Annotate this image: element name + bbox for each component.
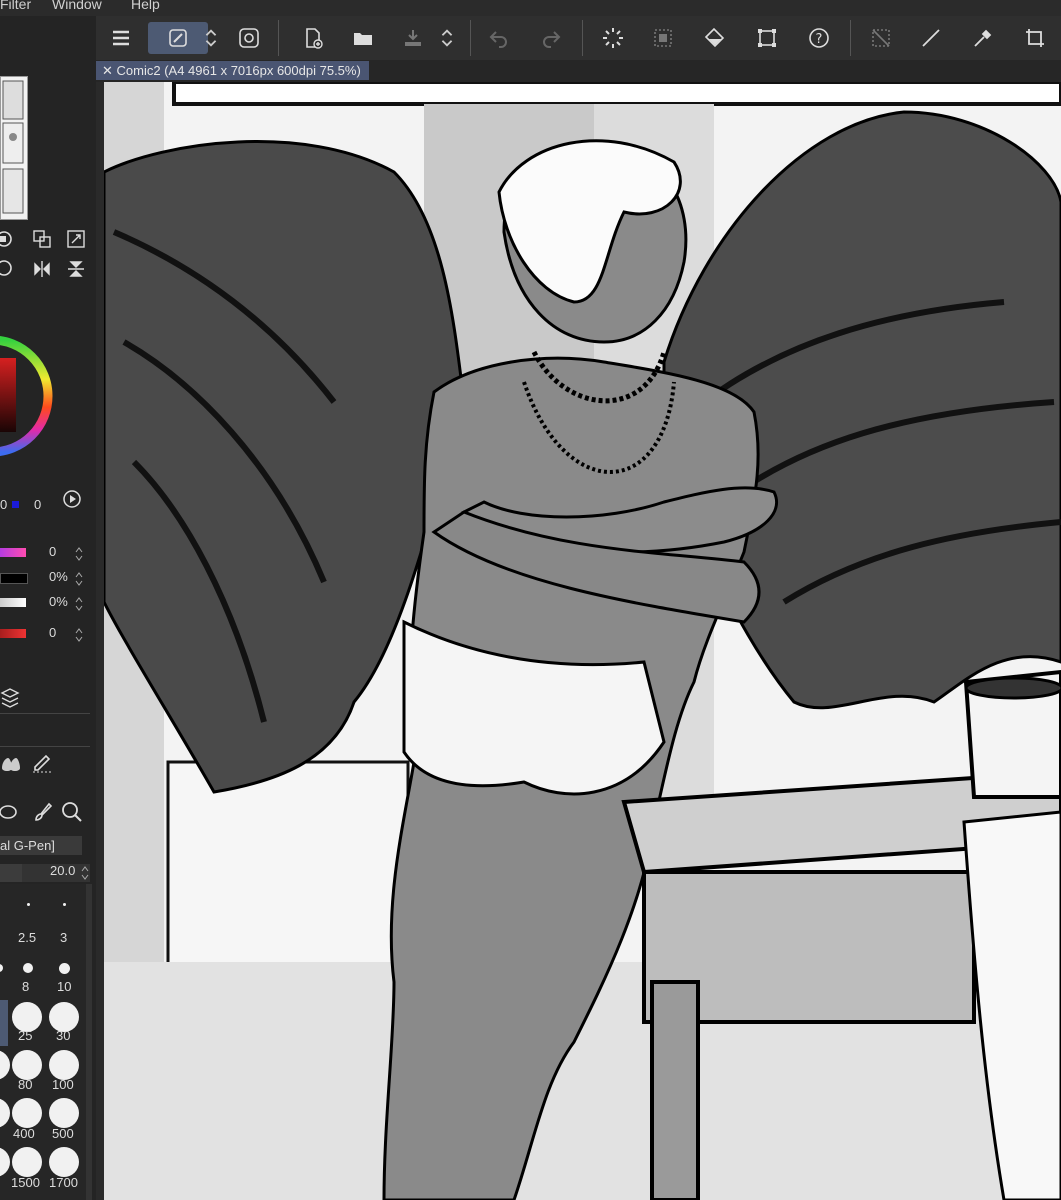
layer-row[interactable]: 0% [0, 594, 96, 614]
color-value-1: 0 [0, 497, 8, 512]
brush-size-option[interactable]: 100 [52, 1077, 74, 1092]
crop-icon[interactable] [1018, 22, 1052, 54]
flip-horizontal-icon[interactable] [32, 259, 52, 279]
brush-size-option[interactable]: 500 [52, 1126, 74, 1141]
fit-icon[interactable] [32, 229, 52, 249]
navigator-thumbnail[interactable] [0, 76, 28, 220]
brush-size-option[interactable]: 400 [13, 1126, 35, 1141]
brush-size-option[interactable]: 2.5 [18, 930, 36, 945]
brush-size-option[interactable]: 1500 [11, 1175, 40, 1190]
layer-value: 0% [49, 594, 68, 609]
panel-divider [0, 713, 90, 714]
line-icon[interactable] [914, 22, 948, 54]
selected-brush-highlight [0, 1000, 8, 1046]
toolbar-divider [470, 20, 471, 56]
brush-size-option[interactable]: 3 [60, 930, 67, 945]
brush-size-slider[interactable] [0, 864, 90, 882]
color-value-2: 0 [34, 497, 42, 512]
layer-value: 0 [49, 544, 57, 559]
pen-tool-icon[interactable] [148, 22, 208, 54]
close-icon[interactable]: ✕ [102, 63, 113, 78]
toolbar: ? [96, 16, 1061, 61]
layer-row[interactable]: 0 [0, 544, 96, 564]
brush-size-grid: 2.5 3 8 10 25 30 80 100 400 500 1500 170… [0, 884, 86, 1200]
brush-icon[interactable] [30, 800, 54, 824]
undo-icon[interactable] [482, 22, 516, 54]
fill-icon[interactable] [698, 22, 732, 54]
loading-icon[interactable] [596, 22, 630, 54]
color-wheel[interactable] [0, 316, 58, 476]
brush-size-option[interactable]: 10 [57, 979, 71, 994]
chevron-updown-icon[interactable] [74, 595, 84, 613]
redo-icon[interactable] [534, 22, 568, 54]
flip-vertical-icon[interactable] [66, 259, 86, 279]
swirl-icon[interactable] [232, 22, 266, 54]
toolbar-divider [278, 20, 279, 56]
open-folder-icon[interactable] [346, 22, 380, 54]
brush-size-option[interactable]: 8 [22, 979, 29, 994]
rotate-reset-icon[interactable] [0, 230, 14, 248]
svg-text:?: ? [816, 32, 823, 47]
layer-row[interactable]: 0 [0, 625, 96, 645]
toolbar-divider [850, 20, 851, 56]
document-title: Comic2 (A4 4961 x 7016px 600dpi 75.5%) [116, 63, 361, 78]
menu-filter[interactable]: Filter [0, 0, 31, 12]
eraser-pen-icon[interactable] [30, 750, 54, 774]
brush-size-option[interactable]: 25 [18, 1028, 32, 1043]
expand-icon[interactable] [66, 229, 86, 249]
brush-scrollbar[interactable] [86, 884, 92, 1200]
brush-size-option[interactable]: 30 [56, 1028, 70, 1043]
rotate-icon[interactable] [0, 259, 14, 277]
selection-icon[interactable] [646, 22, 680, 54]
search-icon[interactable] [60, 800, 84, 824]
deselect-icon[interactable] [864, 22, 898, 54]
play-icon[interactable] [62, 489, 82, 509]
transform-icon[interactable] [750, 22, 784, 54]
layer-row[interactable]: 0% [0, 569, 96, 589]
layer-swatch [0, 573, 28, 584]
brush-name-tab[interactable]: al G-Pen] [0, 836, 82, 855]
brush-size-option[interactable]: 80 [18, 1077, 32, 1092]
layer-swatch [0, 548, 26, 557]
brush-size-fill [0, 864, 22, 882]
chevron-updown-icon[interactable] [74, 570, 84, 588]
menu-icon[interactable] [104, 22, 138, 54]
brush-size-option[interactable]: 1700 [49, 1175, 78, 1190]
help-icon[interactable]: ? [802, 22, 836, 54]
toolbar-divider [582, 20, 583, 56]
blend-icon[interactable] [0, 754, 22, 774]
left-panel: 0 0 0 0% 0% 0 al G-Pen] 20.0 2.5 3 8 10 … [0, 16, 96, 1200]
panel-divider [0, 746, 90, 747]
layer-value: 0 [49, 625, 57, 640]
chevron-updown-icon[interactable] [436, 22, 458, 54]
chevron-updown-icon[interactable] [74, 545, 84, 563]
chevron-updown-icon[interactable] [200, 22, 222, 54]
blue-swatch [12, 501, 19, 508]
document-tab[interactable]: ✕ Comic2 (A4 4961 x 7016px 600dpi 75.5%) [96, 61, 369, 80]
eyedropper-icon[interactable] [966, 22, 1000, 54]
export-icon[interactable] [396, 22, 430, 54]
drawing-canvas[interactable] [104, 82, 1061, 1200]
lasso-icon[interactable] [0, 802, 20, 824]
canvas-scrollbar[interactable] [96, 82, 104, 1200]
brush-size-value: 20.0 [50, 863, 76, 878]
layer-value: 0% [49, 569, 68, 584]
chevron-updown-icon[interactable] [80, 864, 90, 882]
new-file-icon[interactable] [296, 22, 330, 54]
menu-window[interactable]: Window [52, 0, 102, 12]
illustration [104, 82, 1061, 1200]
layer-swatch [0, 598, 26, 607]
layers-icon[interactable] [0, 687, 20, 709]
menubar: Filter Window Help [0, 0, 1061, 16]
document-tab-bar: ✕ Comic2 (A4 4961 x 7016px 600dpi 75.5%) [96, 60, 1061, 82]
menu-help[interactable]: Help [131, 0, 160, 12]
layer-swatch [0, 629, 26, 638]
chevron-updown-icon[interactable] [74, 626, 84, 644]
